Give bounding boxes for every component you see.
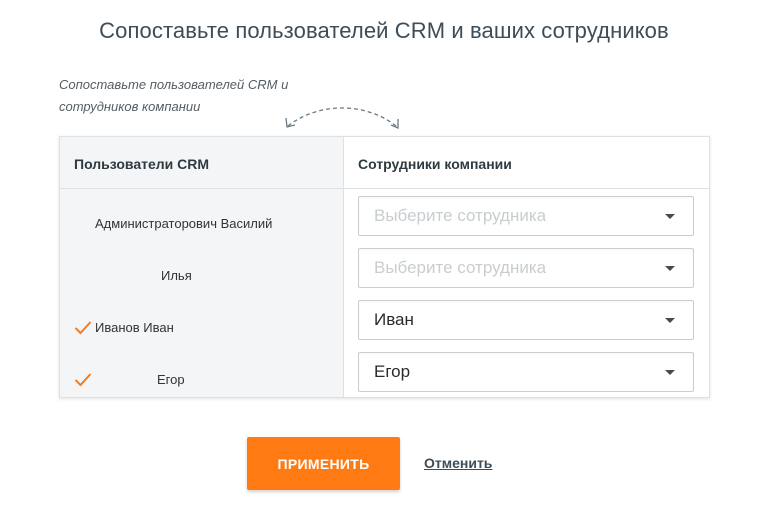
chevron-down-icon <box>665 214 675 219</box>
cancel-link[interactable]: Отменить <box>424 455 492 471</box>
employee-select[interactable]: Егор <box>358 352 694 392</box>
user-name: Администраторович Василий <box>95 216 273 231</box>
header-divider <box>60 188 709 189</box>
employee-select-value: Иван <box>374 310 414 329</box>
employee-select[interactable]: Выберите сотрудника <box>358 248 694 288</box>
checkmark-icon <box>74 321 92 335</box>
apply-button[interactable]: ПРИМЕНИТЬ <box>247 437 400 490</box>
chevron-down-icon <box>665 370 675 375</box>
crm-users-header: Пользователи CRM <box>74 156 210 172</box>
user-row: Администраторович Василий <box>60 204 343 256</box>
chevron-down-icon <box>665 266 675 271</box>
chevron-down-icon <box>665 318 675 323</box>
user-row: Иванов Иван <box>60 308 343 360</box>
employee-select[interactable]: Иван <box>358 300 694 340</box>
employee-select-value: Егор <box>374 362 411 381</box>
employee-select-value: Выберите сотрудника <box>374 206 547 225</box>
user-name: Илья <box>161 268 192 283</box>
user-row: Илья <box>60 256 343 308</box>
user-name: Иванов Иван <box>95 320 174 335</box>
user-name: Егор <box>157 372 185 387</box>
swap-arrows-icon <box>285 107 399 129</box>
page-title: Сопоставьте пользователей CRM и ваших со… <box>99 18 669 43</box>
employee-select[interactable]: Выберите сотрудника <box>358 196 694 236</box>
hint-line-1: Сопоставьте пользователей CRM и <box>59 77 289 92</box>
employee-select-value: Выберите сотрудника <box>374 258 547 277</box>
checkmark-icon <box>74 373 92 387</box>
user-row: Егор <box>60 360 343 412</box>
page: Сопоставьте пользователей CRM и ваших со… <box>0 0 768 505</box>
employees-header: Сотрудники компании <box>358 156 512 172</box>
mapping-table: Пользователи CRM Сотрудники компании Адм… <box>59 136 710 398</box>
